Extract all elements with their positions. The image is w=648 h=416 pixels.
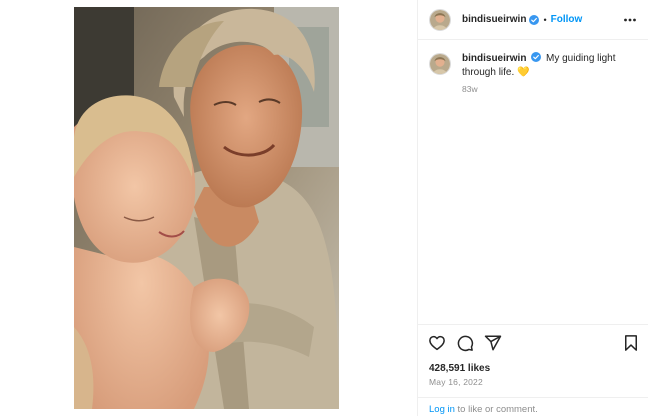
action-icon-row xyxy=(428,334,639,354)
login-prompt: Log in to like or comment. xyxy=(418,397,648,416)
post-actions: 428,591 likes May 16, 2022 Log in to lik… xyxy=(418,324,648,416)
login-prompt-text: to like or comment. xyxy=(454,404,538,415)
post-photo-image xyxy=(74,7,339,409)
separator-dot: • xyxy=(543,14,547,25)
heart-icon[interactable] xyxy=(428,334,446,352)
post-caption: bindisueirwin My guiding light through l… xyxy=(429,52,639,94)
caption-text-block: bindisueirwin My guiding light through l… xyxy=(462,52,632,80)
username-link[interactable]: bindisueirwin xyxy=(462,14,526,25)
caption-avatar-image xyxy=(430,54,450,74)
verified-badge-icon xyxy=(529,14,540,25)
share-icon[interactable] xyxy=(484,334,502,352)
avatar[interactable] xyxy=(429,8,451,31)
follow-button[interactable]: Follow xyxy=(551,14,583,25)
likes-count[interactable]: 428,591 likes xyxy=(429,363,490,374)
avatar-image xyxy=(430,9,450,30)
caption-avatar[interactable] xyxy=(429,53,451,75)
post-side-pane: bindisueirwin • Follow bindisueirwin My … xyxy=(417,0,648,416)
post-media-pane xyxy=(0,0,417,416)
comment-icon[interactable] xyxy=(456,334,474,352)
login-link[interactable]: Log in xyxy=(429,404,455,415)
post-header: bindisueirwin • Follow xyxy=(418,0,648,40)
caption-username-link[interactable]: bindisueirwin xyxy=(462,53,526,64)
caption-timestamp[interactable]: 83w xyxy=(462,84,632,94)
post-date: May 16, 2022 xyxy=(429,377,483,387)
caption-body: bindisueirwin My guiding light through l… xyxy=(462,52,632,94)
verified-badge-icon xyxy=(531,52,542,62)
more-options-icon[interactable] xyxy=(623,13,637,27)
bookmark-icon[interactable] xyxy=(622,334,640,352)
post-photo[interactable] xyxy=(74,7,339,409)
